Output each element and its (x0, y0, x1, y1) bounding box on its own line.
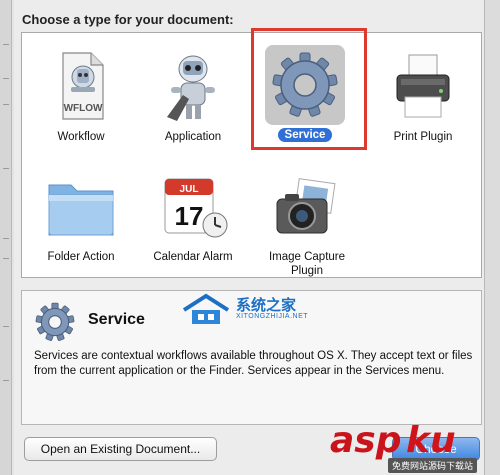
watermark-text: 系统之家 (236, 296, 297, 314)
svg-text:JUL: JUL (180, 184, 199, 195)
open-existing-document-button[interactable]: Open an Existing Document... (24, 437, 217, 461)
house-logo-icon (182, 293, 230, 324)
workflow-document-icon: WFLOW (41, 47, 121, 127)
calendar-icon: JUL 17 (153, 167, 233, 247)
background-window-right-edge (484, 0, 500, 475)
automator-robot-icon (153, 47, 233, 127)
watermark-asp: asp (330, 420, 402, 461)
tile-label: Folder Action (47, 251, 115, 263)
tile-folder-action[interactable]: Folder Action (26, 167, 136, 264)
tile-image-capture-plugin[interactable]: Image Capture Plugin (252, 167, 362, 278)
tile-label: Workflow (57, 131, 105, 143)
chooser-heading: Choose a type for your document: (22, 12, 234, 27)
tile-workflow[interactable]: WFLOW Workflow (26, 47, 136, 144)
tile-label: Print Plugin (393, 131, 453, 143)
watermark-ku: ku (406, 420, 456, 461)
description-body: Services are contextual workflows availa… (34, 350, 473, 377)
printer-icon (383, 47, 463, 127)
background-window-edge (0, 0, 12, 475)
tile-calendar-alarm[interactable]: JUL 17 Calendar Alarm (138, 167, 248, 264)
watermark-subtext: XITONGZHIJIA.NET (236, 313, 309, 320)
tile-label: Image Capture Plugin (268, 251, 346, 277)
svg-text:WFLOW: WFLOW (64, 103, 103, 114)
tile-application[interactable]: Application (138, 47, 248, 144)
site-watermark: 系统之家 XITONGZHIJIA.NET (180, 292, 360, 326)
aspku-watermark-logo: asp ku 免费网站源码下载站 (330, 420, 500, 475)
selection-highlight-box (251, 28, 367, 150)
tile-label: Calendar Alarm (153, 251, 233, 263)
camera-icon (267, 167, 347, 247)
folder-icon (41, 167, 121, 247)
gear-icon (34, 301, 76, 343)
watermark-tag: 免费网站源码下载站 (388, 458, 478, 473)
description-title: Service (88, 311, 145, 328)
svg-text:17: 17 (175, 201, 204, 231)
tile-label: Application (164, 131, 222, 143)
tile-print-plugin[interactable]: Print Plugin (368, 47, 478, 144)
